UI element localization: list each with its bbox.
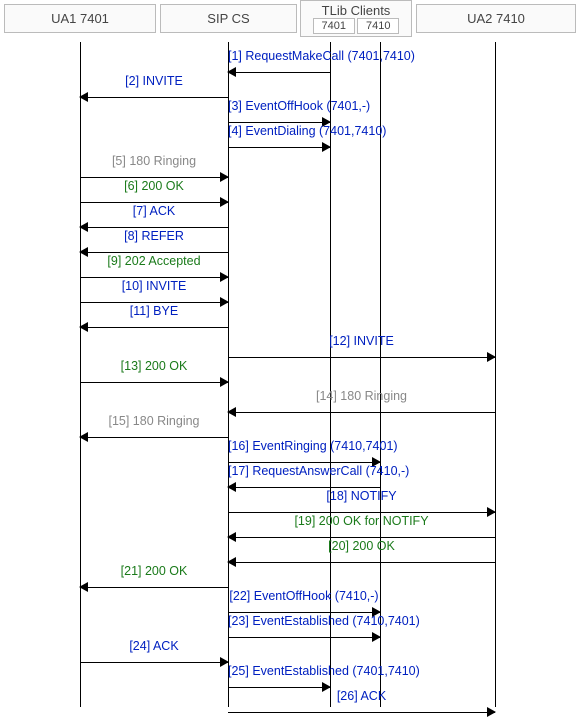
message-line — [80, 177, 228, 178]
message-line — [228, 72, 330, 73]
message-label: [19] 200 OK for NOTIFY — [228, 514, 495, 528]
participant-label: UA1 7401 — [51, 11, 109, 26]
message-line — [228, 537, 495, 538]
message-line — [80, 302, 228, 303]
tlib-sub-7410: 7410 — [357, 18, 399, 34]
message-line — [80, 382, 228, 383]
message-line — [228, 147, 330, 148]
message-label: [22] EventOffHook (7410,-) — [228, 589, 380, 603]
message-line — [228, 712, 495, 713]
message-label: [17] RequestAnswerCall (7410,-) — [228, 464, 380, 478]
participant-sip: SIP CS — [160, 4, 297, 33]
arrow-right-icon — [487, 352, 496, 362]
message-row: [23] EventEstablished (7410,7401) — [228, 629, 380, 645]
message-line — [228, 562, 495, 563]
participant-ua2: UA2 7410 — [416, 4, 576, 33]
message-label: [15] 180 Ringing — [80, 414, 228, 428]
message-line — [80, 662, 228, 663]
message-line — [80, 587, 228, 588]
message-label: [12] INVITE — [228, 334, 495, 348]
message-label: [5] 180 Ringing — [80, 154, 228, 168]
message-line — [80, 97, 228, 98]
message-row: [11] BYE — [80, 319, 228, 335]
message-label: [4] EventDialing (7401,7410) — [228, 124, 330, 138]
participant-label: TLib Clients — [301, 1, 411, 18]
message-row: [26] ACK — [228, 704, 495, 720]
message-line — [228, 122, 330, 123]
message-line — [80, 327, 228, 328]
arrow-left-icon — [79, 582, 88, 592]
message-label: [21] 200 OK — [80, 564, 228, 578]
participant-ua1: UA1 7401 — [4, 4, 156, 33]
message-row: [4] EventDialing (7401,7410) — [228, 139, 330, 155]
message-line — [80, 227, 228, 228]
message-row: [2] INVITE — [80, 89, 228, 105]
arrow-left-icon — [79, 322, 88, 332]
message-line — [228, 412, 495, 413]
message-label: [18] NOTIFY — [228, 489, 495, 503]
message-label: [16] EventRinging (7410,7401) — [228, 439, 380, 453]
message-label: [7] ACK — [80, 204, 228, 218]
message-label: [26] ACK — [228, 689, 495, 703]
message-label: [13] 200 OK — [80, 359, 228, 373]
message-line — [228, 612, 380, 613]
message-label: [14] 180 Ringing — [228, 389, 495, 403]
message-line — [228, 512, 495, 513]
message-line — [80, 252, 228, 253]
message-row: [15] 180 Ringing — [80, 429, 228, 445]
message-label: [6] 200 OK — [80, 179, 228, 193]
message-line — [80, 202, 228, 203]
message-label: [10] INVITE — [80, 279, 228, 293]
message-line — [228, 462, 380, 463]
message-row: [20] 200 OK — [228, 554, 495, 570]
participants-header: UA1 7401 SIP CS TLib Clients 7401 7410 U… — [0, 0, 582, 42]
lifeline-ua2 — [495, 42, 496, 707]
message-row: [12] INVITE — [228, 349, 495, 365]
message-row: [13] 200 OK — [80, 374, 228, 390]
arrow-right-icon — [220, 377, 229, 387]
message-label: [8] REFER — [80, 229, 228, 243]
message-line — [80, 277, 228, 278]
participant-tlib: TLib Clients 7401 7410 — [300, 0, 412, 37]
message-label: [2] INVITE — [80, 74, 228, 88]
arrow-right-icon — [372, 632, 381, 642]
message-label: [25] EventEstablished (7401,7410) — [228, 664, 330, 678]
message-label: [1] RequestMakeCall (7401,7410) — [228, 49, 330, 63]
arrow-left-icon — [227, 407, 236, 417]
message-row: [14] 180 Ringing — [228, 404, 495, 420]
message-line — [228, 487, 380, 488]
message-label: [24] ACK — [80, 639, 228, 653]
message-label: [9] 202 Accepted — [80, 254, 228, 268]
message-row: [1] RequestMakeCall (7401,7410) — [228, 64, 330, 80]
arrow-right-icon — [487, 707, 496, 717]
message-label: [23] EventEstablished (7410,7401) — [228, 614, 380, 628]
arrow-right-icon — [322, 142, 331, 152]
message-line — [228, 357, 495, 358]
message-label: [11] BYE — [80, 304, 228, 318]
arrow-left-icon — [79, 92, 88, 102]
arrow-left-icon — [227, 67, 236, 77]
message-label: [20] 200 OK — [228, 539, 495, 553]
message-label: [3] EventOffHook (7401,-) — [228, 99, 330, 113]
tlib-sub-7401: 7401 — [313, 18, 355, 34]
message-row: [24] ACK — [80, 654, 228, 670]
message-row: [21] 200 OK — [80, 579, 228, 595]
message-line — [80, 437, 228, 438]
message-line — [228, 687, 330, 688]
sequence-diagram: [1] RequestMakeCall (7401,7410)[2] INVIT… — [0, 42, 582, 707]
participant-label: SIP CS — [207, 11, 249, 26]
message-line — [228, 637, 380, 638]
participant-label: UA2 7410 — [467, 11, 525, 26]
arrow-left-icon — [79, 432, 88, 442]
arrow-left-icon — [227, 557, 236, 567]
